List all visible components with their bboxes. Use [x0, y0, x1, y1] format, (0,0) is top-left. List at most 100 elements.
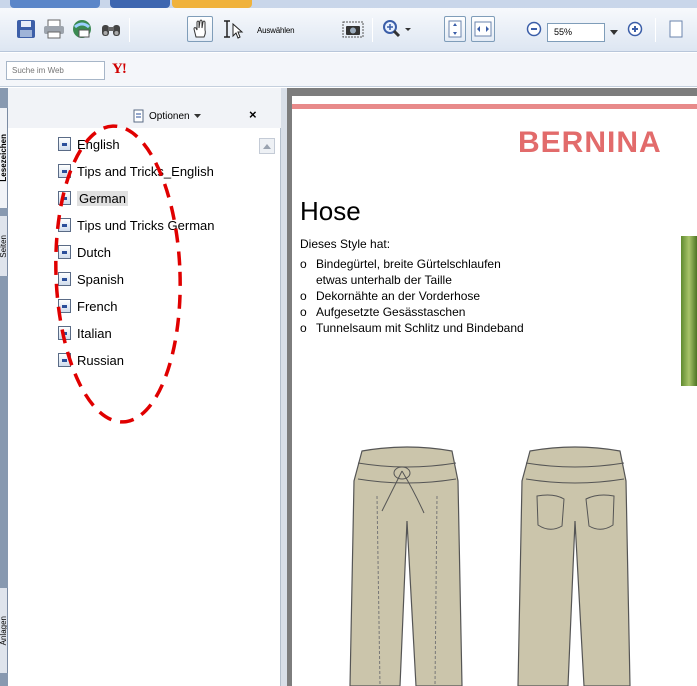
- page-icon: [669, 20, 683, 38]
- bookmark-dutch[interactable]: Dutch: [58, 241, 111, 263]
- print-button[interactable]: [42, 16, 66, 42]
- feature-text: etwas unterhalb der Taille: [316, 273, 452, 287]
- fit-width-icon: [474, 21, 492, 37]
- zoom-out-icon: [526, 21, 542, 37]
- options-label: Optionen: [149, 110, 190, 122]
- bookmark-label: Spanish: [77, 271, 124, 287]
- pants-illustration: [349, 446, 631, 686]
- select-text-icon: [224, 20, 244, 39]
- find-icon: [102, 25, 120, 36]
- feature-item: etwas unterhalb der Taille: [300, 272, 524, 288]
- document-view[interactable]: BERNINA Hose Dieses Style hat: o Bindegür…: [287, 88, 697, 686]
- zoom-in-icon: [383, 20, 411, 38]
- feature-text: Aufgesetzte Gesässtaschen: [316, 305, 466, 319]
- zoom-tool-button[interactable]: [380, 16, 416, 42]
- bookmark-label: German: [77, 190, 128, 206]
- feature-item: o Dekornähte an der Vorderhose: [300, 288, 524, 304]
- bookmark-french[interactable]: French: [58, 295, 117, 317]
- email-icon: [73, 20, 91, 38]
- zoom-level-field[interactable]: 55%: [547, 23, 605, 42]
- bookmark-tips-german[interactable]: Tips und Tricks German: [58, 214, 215, 236]
- save-button[interactable]: [15, 16, 37, 42]
- save-icon: [17, 20, 35, 38]
- feature-text: Tunnelsaum mit Schlitz und Bindeband: [316, 321, 524, 335]
- yahoo-logo-button[interactable]: Y!: [112, 61, 127, 78]
- bullet: o: [300, 289, 307, 303]
- pdf-page: BERNINA Hose Dieses Style hat: o Bindegür…: [292, 96, 697, 686]
- select-text-button[interactable]: [216, 16, 256, 42]
- web-search-input[interactable]: [6, 61, 105, 80]
- options-menu-button[interactable]: Optionen: [133, 109, 201, 123]
- close-panel-button[interactable]: ×: [249, 107, 257, 122]
- fit-width-button[interactable]: [471, 16, 495, 42]
- tab-attachments[interactable]: Anlagen: [0, 588, 8, 673]
- select-tool-label[interactable]: Auswählen: [257, 26, 295, 35]
- main-toolbar: Auswählen 55%: [0, 8, 697, 52]
- print-icon: [44, 19, 64, 39]
- zoom-in-button[interactable]: [625, 16, 645, 42]
- brand-logo-text: BERNINA: [518, 126, 662, 159]
- zoom-dropdown-arrow[interactable]: [606, 23, 622, 42]
- bookmarks-panel: Optionen × English Tips and Tricks_Engli…: [8, 88, 281, 686]
- search-toolbar: Y!: [0, 53, 697, 87]
- feature-list: o Bindegürtel, breite Gürtelschlaufen etw…: [300, 256, 524, 336]
- toolbar-separator: [129, 18, 130, 42]
- bookmark-label: Tips und Tricks German: [77, 217, 215, 233]
- bookmark-tree: English Tips and Tricks_English German T…: [8, 128, 281, 686]
- bullet: o: [300, 257, 307, 271]
- find-button[interactable]: [99, 16, 123, 42]
- zoom-out-button[interactable]: [524, 16, 544, 42]
- tab-highlight[interactable]: [172, 0, 252, 8]
- window-tab-strip: [0, 0, 697, 8]
- page-tool-button[interactable]: [665, 16, 687, 42]
- hand-tool-button[interactable]: [187, 16, 213, 42]
- feature-item: o Bindegürtel, breite Gürtelschlaufen: [300, 256, 524, 272]
- pants-front-view: [349, 446, 463, 686]
- snapshot-icon: [342, 21, 364, 38]
- bookmark-label: Tips and Tricks_English: [77, 163, 214, 179]
- zoom-plus-icon: [627, 21, 643, 37]
- bookmark-page-icon: [58, 326, 71, 340]
- bookmark-label: Russian: [77, 352, 124, 368]
- email-button[interactable]: [70, 16, 94, 42]
- options-icon: [133, 109, 144, 123]
- page-header-rule: [292, 104, 697, 109]
- page-title: Hose: [300, 196, 361, 226]
- bookmark-page-icon: [58, 191, 71, 205]
- feature-text: Dekornähte an der Vorderhose: [316, 289, 481, 303]
- chevron-up-icon: [263, 143, 271, 149]
- bookmark-english[interactable]: English: [58, 133, 120, 155]
- snapshot-button[interactable]: [340, 16, 366, 42]
- bookmark-german[interactable]: German: [58, 187, 128, 209]
- hand-tool-icon: [193, 19, 206, 38]
- bookmark-russian[interactable]: Russian: [58, 349, 124, 371]
- tab-pages[interactable]: Seiten: [0, 216, 8, 276]
- bookmark-page-icon: [58, 164, 71, 178]
- fit-page-button[interactable]: [444, 16, 466, 42]
- fit-page-icon: [448, 20, 462, 38]
- bookmark-tips-english[interactable]: Tips and Tricks_English: [58, 160, 214, 182]
- navigation-tab-rail: Lesezeichen Seiten Anlagen: [0, 88, 8, 686]
- bookmarks-panel-header: Optionen ×: [8, 88, 281, 128]
- chevron-down-icon: [193, 113, 201, 118]
- bookmark-page-icon: [58, 218, 71, 232]
- tab-middle[interactable]: [110, 0, 170, 8]
- toolbar-separator: [372, 18, 373, 42]
- bookmark-page-icon: [58, 299, 71, 313]
- bookmark-page-icon: [58, 245, 71, 259]
- style-intro: Dieses Style hat:: [300, 237, 391, 251]
- tab-left[interactable]: [10, 0, 100, 8]
- fabric-photo: [681, 236, 697, 386]
- scroll-up-button[interactable]: [259, 138, 275, 154]
- bookmark-italian[interactable]: Italian: [58, 322, 112, 344]
- bookmark-page-icon: [58, 353, 71, 367]
- pants-back-view: [517, 446, 631, 686]
- bookmark-spanish[interactable]: Spanish: [58, 268, 124, 290]
- feature-text: Bindegürtel, breite Gürtelschlaufen: [316, 257, 501, 271]
- feature-item: o Aufgesetzte Gesässtaschen: [300, 304, 524, 320]
- bookmark-page-icon: [58, 137, 71, 151]
- bookmark-label: French: [77, 298, 118, 314]
- tab-bookmarks-label: Lesezeichen: [0, 134, 8, 182]
- tab-bookmarks[interactable]: Lesezeichen: [0, 108, 8, 208]
- bookmark-label: Dutch: [77, 244, 111, 260]
